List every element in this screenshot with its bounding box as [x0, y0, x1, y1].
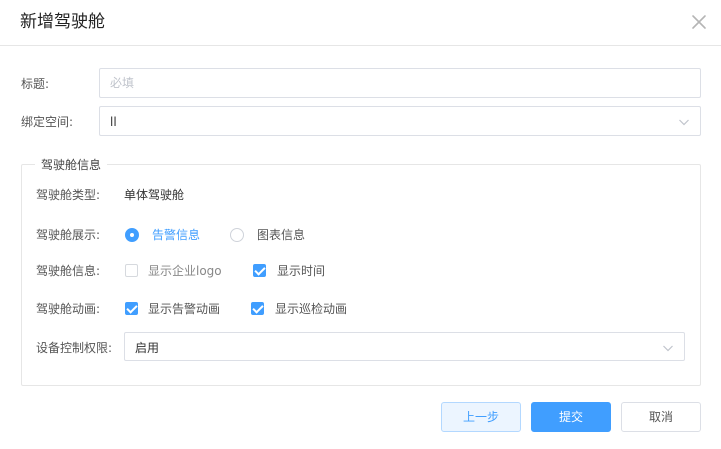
cockpit-type-label: 驾驶舱类型: — [36, 188, 101, 202]
close-icon — [692, 15, 706, 29]
chevron-down-icon — [663, 345, 673, 352]
cockpit-animation-label: 驾驶舱动画: — [36, 302, 101, 316]
title-input[interactable] — [100, 69, 700, 97]
checkbox-show-time[interactable] — [253, 264, 266, 277]
checkbox-show-time-label[interactable]: 显示时间 — [277, 263, 325, 279]
radio-alarm-info[interactable] — [125, 228, 139, 242]
title-label: 标题: — [21, 77, 50, 91]
radio-chart-info-label[interactable]: 图表信息 — [257, 227, 305, 243]
checkbox-alarm-animation-label[interactable]: 显示告警动画 — [148, 301, 220, 317]
cockpit-info-legend: 驾驶舱信息 — [35, 158, 108, 172]
dialog-title: 新增驾驶舱 — [20, 12, 105, 32]
checkbox-alarm-animation[interactable] — [125, 302, 138, 315]
cancel-button[interactable]: 取消 — [621, 402, 701, 432]
prev-step-button[interactable]: 上一步 — [441, 402, 521, 432]
title-input-wrapper — [99, 68, 701, 98]
checkbox-patrol-animation-label[interactable]: 显示巡检动画 — [275, 301, 347, 317]
submit-button[interactable]: 提交 — [531, 402, 611, 432]
dialog-header: 新增驾驶舱 — [0, 0, 721, 46]
close-button[interactable] — [691, 14, 707, 30]
space-select[interactable]: ll — [99, 106, 701, 136]
space-select-value: ll — [110, 115, 117, 129]
device-permission-select[interactable]: 启用 — [124, 332, 685, 361]
chevron-down-icon — [679, 119, 689, 126]
device-permission-value: 启用 — [135, 341, 160, 355]
checkbox-show-logo[interactable] — [125, 264, 138, 277]
radio-alarm-info-label[interactable]: 告警信息 — [152, 227, 200, 243]
device-permission-label: 设备控制权限: — [36, 341, 113, 355]
radio-chart-info[interactable] — [230, 228, 244, 242]
cockpit-type-value: 单体驾驶舱 — [124, 188, 185, 202]
add-cockpit-dialog: 新增驾驶舱 标题: 绑定空间: ll 驾驶舱信息 驾驶舱类型: 单体驾驶舱 驾驶… — [0, 0, 721, 449]
cockpit-display-label: 驾驶舱展示: — [36, 228, 101, 242]
cockpit-info-label: 驾驶舱信息: — [36, 264, 101, 278]
space-label: 绑定空间: — [21, 115, 74, 129]
checkbox-patrol-animation[interactable] — [251, 302, 264, 315]
checkbox-show-logo-label[interactable]: 显示企业logo — [148, 263, 222, 279]
